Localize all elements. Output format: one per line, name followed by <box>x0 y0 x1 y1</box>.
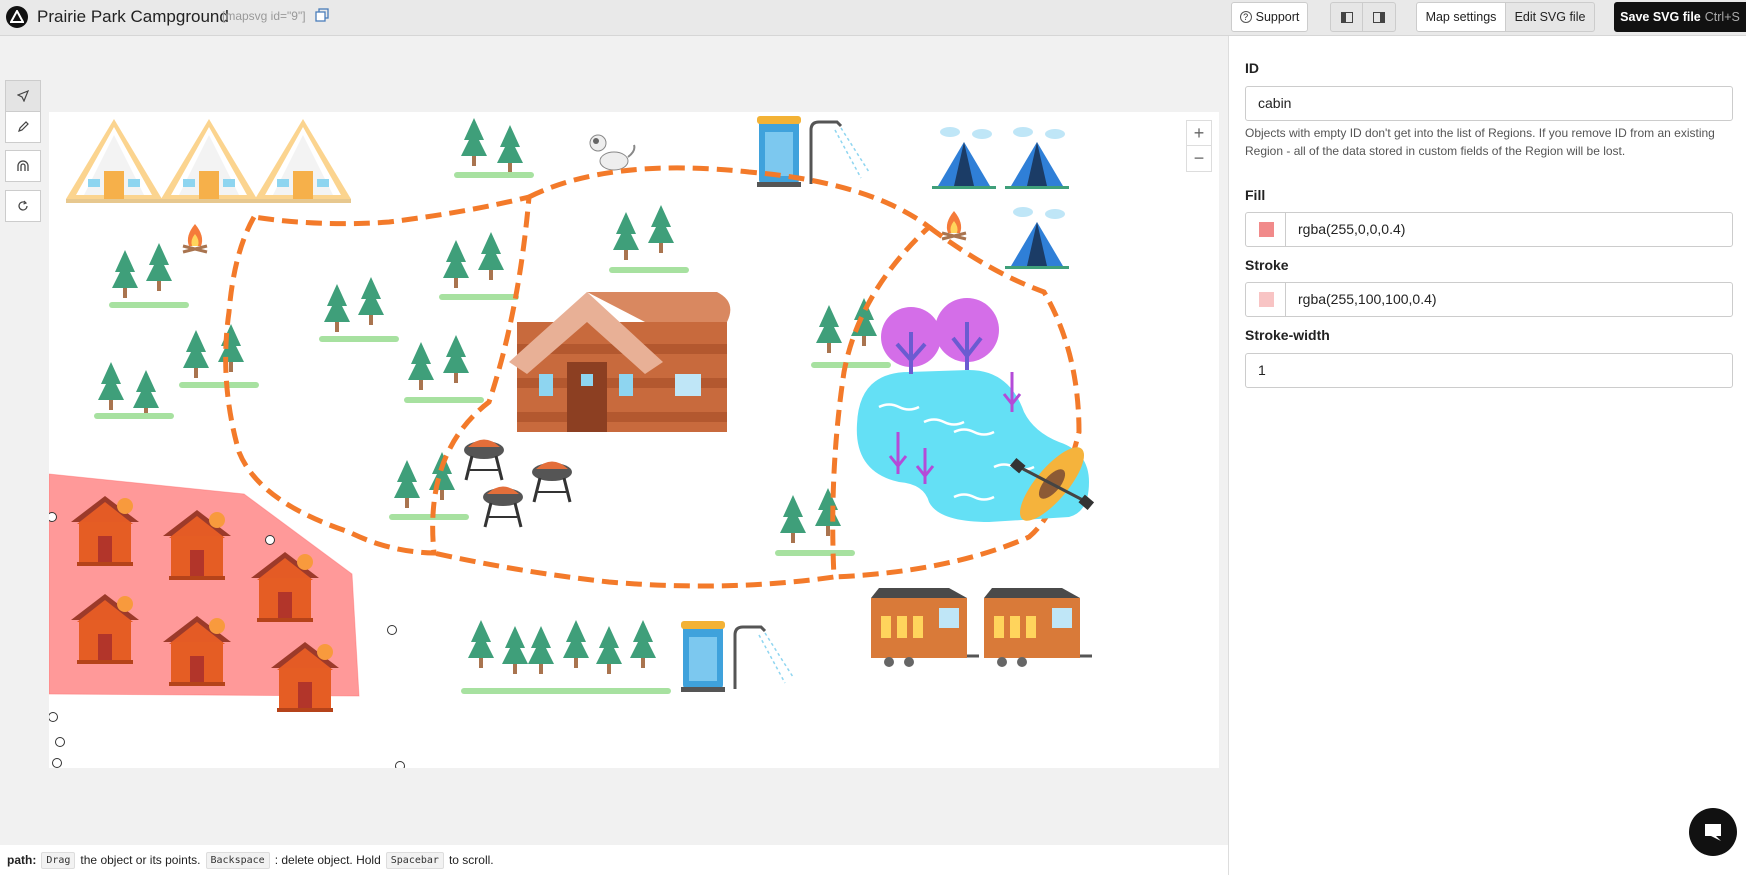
stroke-swatch <box>1259 292 1274 307</box>
magnet-icon <box>17 160 29 171</box>
fill-swatch <box>1259 222 1274 237</box>
tree-group <box>109 243 189 308</box>
status-text-1: the object or its points. <box>80 853 201 867</box>
status-text-3: to scroll. <box>448 853 494 867</box>
id-input[interactable]: cabin <box>1245 86 1733 121</box>
stroke-color-field[interactable]: rgba(255,100,100,0.4) <box>1245 282 1733 317</box>
select-tool-button[interactable] <box>5 80 41 112</box>
copy-icon[interactable] <box>315 8 331 24</box>
save-shortcut: Ctrl+S <box>1704 10 1740 24</box>
tree-group <box>454 118 534 178</box>
bbq-grill-icon <box>530 460 574 504</box>
help-icon: ? <box>1239 11 1252 23</box>
tree-group <box>179 324 259 388</box>
pencil-icon <box>18 121 29 132</box>
map-settings-button[interactable]: Map settings <box>1416 2 1506 32</box>
tree-group-bottom <box>461 620 671 694</box>
status-text-2: : delete object. Hold <box>274 853 381 867</box>
kbd-backspace: Backspace <box>205 851 270 869</box>
kbd-spacebar: Spacebar <box>385 851 444 869</box>
tree-group <box>94 362 174 419</box>
reset-tool-button[interactable] <box>5 190 41 222</box>
campfire-icon <box>181 222 209 254</box>
toilet-shower-icon <box>679 619 795 694</box>
campground-map[interactable]: + − <box>49 112 1219 768</box>
bbq-grill-icon <box>481 485 525 529</box>
tree-group <box>389 452 469 520</box>
shortcode-label: [mapsvg id="9"] <box>222 9 306 23</box>
layout-left-button[interactable] <box>1330 2 1363 32</box>
stroke-width-label: Stroke-width <box>1245 327 1330 343</box>
panel-left-icon <box>1340 11 1353 23</box>
purple-tree <box>935 298 999 370</box>
fill-label: Fill <box>1245 187 1266 203</box>
map-title: Prairie Park Campground <box>37 7 229 26</box>
panel-right-icon <box>1373 11 1385 23</box>
zoom-control: + − <box>1186 120 1212 172</box>
top-bar: Prairie Park Campground [mapsvg id="9"] … <box>0 0 1746 36</box>
zoom-out-button[interactable]: − <box>1187 146 1211 171</box>
dog-icon <box>589 134 636 171</box>
stroke-swatch-button[interactable] <box>1246 283 1286 316</box>
fill-value[interactable]: rgba(255,0,0,0.4) <box>1298 213 1405 246</box>
support-button[interactable]: ? Support <box>1231 2 1308 32</box>
save-svg-button[interactable]: Save SVG file Ctrl+S <box>1614 2 1746 32</box>
chat-icon <box>1705 824 1721 841</box>
zoom-in-button[interactable]: + <box>1187 121 1211 146</box>
tree-group <box>404 335 484 403</box>
magnet-tool-button[interactable] <box>5 150 41 182</box>
tent-icon <box>1005 127 1069 189</box>
stroke-width-input[interactable]: 1 <box>1245 353 1733 388</box>
map-svg[interactable] <box>49 112 1219 768</box>
campfire-icon <box>940 209 968 241</box>
bbq-grill-icon <box>462 438 506 482</box>
a-frame-cabin <box>161 119 257 203</box>
kbd-drag: Drag <box>41 851 76 869</box>
tree-group <box>775 488 855 556</box>
tree-group <box>609 205 689 273</box>
tree-group <box>811 298 891 368</box>
support-label: Support <box>1255 10 1300 24</box>
mapsvg-logo-icon[interactable] <box>6 6 28 28</box>
save-label: Save SVG file <box>1620 10 1701 24</box>
edit-svg-button[interactable]: Edit SVG file <box>1505 2 1595 32</box>
tree-group <box>439 232 519 300</box>
status-bar: path: Drag the object or its points. Bac… <box>0 845 1228 875</box>
refresh-icon <box>18 200 28 211</box>
layout-right-button[interactable] <box>1362 2 1396 32</box>
id-help-text: Objects with empty ID don't get into the… <box>1245 126 1715 158</box>
a-frame-cabin <box>66 119 162 203</box>
id-label: ID <box>1245 60 1259 76</box>
stroke-label: Stroke <box>1245 257 1289 273</box>
properties-panel: ID cabin Objects with empty ID don't get… <box>1228 36 1746 875</box>
fill-color-field[interactable]: rgba(255,0,0,0.4) <box>1245 212 1733 247</box>
edit-points-tool-button[interactable] <box>5 111 41 143</box>
trailer-icon <box>869 586 981 669</box>
fill-swatch-button[interactable] <box>1246 213 1286 246</box>
tent-icon <box>932 127 996 189</box>
stroke-value[interactable]: rgba(255,100,100,0.4) <box>1298 283 1437 316</box>
a-frame-cabin <box>255 119 351 203</box>
status-prefix: path: <box>7 853 37 867</box>
chat-button[interactable] <box>1689 808 1737 856</box>
tent-icon <box>1005 207 1069 269</box>
main-lodge[interactable] <box>509 292 731 432</box>
trailer-icon <box>982 586 1094 669</box>
cursor-icon <box>17 90 29 102</box>
tree-group <box>319 277 399 342</box>
